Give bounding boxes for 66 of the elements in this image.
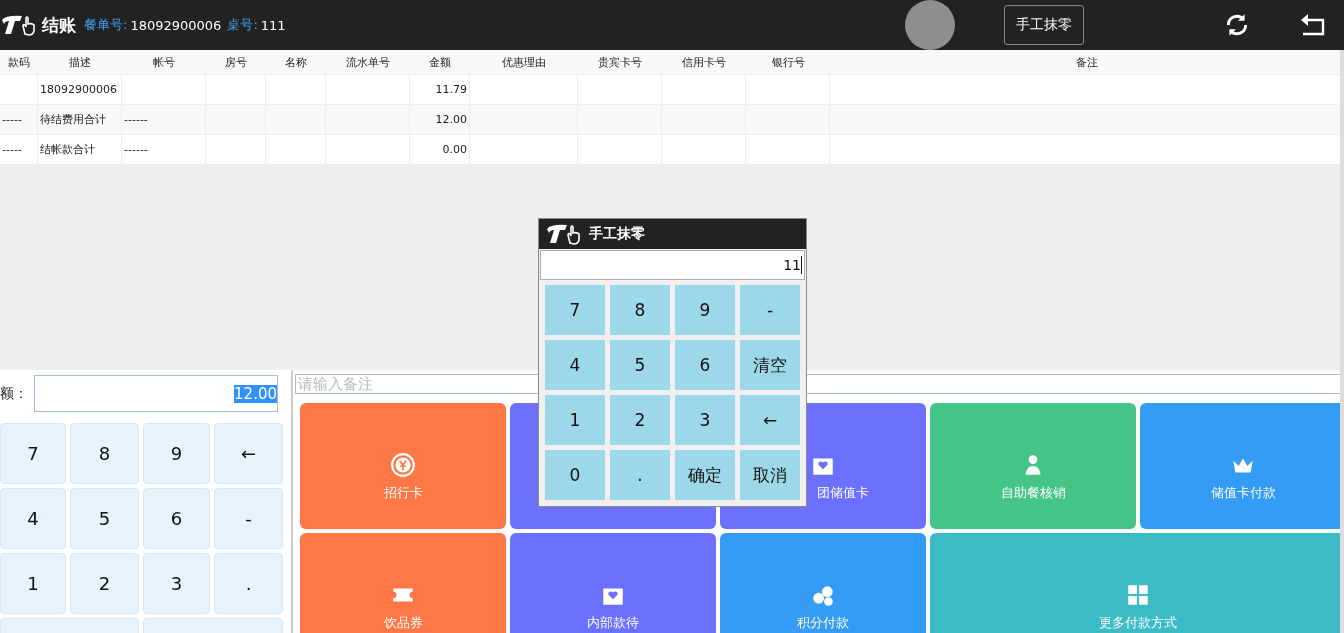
amount-label: 额： bbox=[0, 384, 28, 403]
column-header: 备注 bbox=[1075, 54, 1099, 71]
dialog-key[interactable]: 5 bbox=[610, 340, 670, 390]
dialog-key[interactable]: - bbox=[740, 285, 800, 335]
dialog-key[interactable]: 4 bbox=[545, 340, 605, 390]
column-header: 优惠理由 bbox=[501, 54, 547, 71]
dialog-key[interactable]: 0 bbox=[545, 450, 605, 500]
keypad-key[interactable]: 8 bbox=[70, 423, 139, 484]
refresh-icon[interactable] bbox=[1224, 12, 1250, 38]
dialog-key[interactable]: ← bbox=[740, 395, 800, 445]
table-cell: 11.79 bbox=[410, 75, 470, 104]
keypad-key[interactable]: 1 bbox=[0, 553, 66, 614]
table-cell: ------ bbox=[122, 105, 206, 134]
avatar bbox=[905, 0, 955, 50]
table-cell: 12.00 bbox=[410, 105, 470, 134]
keypad-key[interactable]: 6 bbox=[143, 488, 210, 549]
yen-coin-icon bbox=[390, 451, 416, 478]
dialog-key[interactable]: 2 bbox=[610, 395, 670, 445]
dialog-key[interactable]: 9 bbox=[675, 285, 735, 335]
logo-icon bbox=[0, 14, 38, 36]
rounding-input[interactable]: 11 bbox=[540, 250, 805, 280]
page-title: 结账 bbox=[42, 13, 76, 37]
keypad-key[interactable]: 9 bbox=[143, 423, 210, 484]
manual-rounding-button[interactable]: 手工抹零 bbox=[1004, 5, 1084, 45]
column-header: 描述 bbox=[68, 54, 92, 71]
table-cell: 待结费用合计 bbox=[38, 105, 122, 134]
table-cell: 结帐款合计 bbox=[38, 135, 122, 164]
dialog-key[interactable]: 8 bbox=[610, 285, 670, 335]
column-header: 金额 bbox=[428, 54, 452, 71]
table-cell: ----- bbox=[0, 135, 38, 164]
column-header: 帐号 bbox=[152, 54, 176, 71]
table-label: 桌号: bbox=[227, 16, 258, 34]
dialog-key[interactable]: 确定 bbox=[675, 450, 735, 500]
dialog-key[interactable]: 6 bbox=[675, 340, 735, 390]
column-header: 款码 bbox=[7, 54, 31, 71]
logo-icon bbox=[545, 223, 583, 245]
keypad-key[interactable]: - bbox=[214, 488, 283, 549]
keypad-key[interactable]: 4 bbox=[0, 488, 66, 549]
column-header: 房号 bbox=[224, 54, 248, 71]
column-header: 名称 bbox=[284, 54, 308, 71]
dialog-key[interactable]: 取消 bbox=[740, 450, 800, 500]
table-cell: 18092900006 bbox=[38, 75, 122, 104]
keypad-key[interactable]: 2 bbox=[70, 553, 139, 614]
back-icon[interactable] bbox=[1300, 13, 1326, 37]
dialog-key[interactable]: 清空 bbox=[740, 340, 800, 390]
keypad-key[interactable]: ← bbox=[214, 423, 283, 484]
table-cell: ----- bbox=[0, 105, 38, 134]
column-header: 贵宾卡号 bbox=[597, 54, 643, 71]
column-header: 信用卡号 bbox=[681, 54, 727, 71]
column-header: 流水单号 bbox=[345, 54, 391, 71]
dialog-key[interactable]: 3 bbox=[675, 395, 735, 445]
table-cell: 0.00 bbox=[410, 135, 470, 164]
column-header: 银行号 bbox=[770, 54, 806, 71]
payment-tile[interactable]: 内部款待 bbox=[510, 533, 716, 633]
table-number: 111 bbox=[260, 17, 286, 33]
dialog-title: 手工抹零 bbox=[589, 225, 645, 243]
dialog-key[interactable]: 7 bbox=[545, 285, 605, 335]
dialog-key[interactable]: 1 bbox=[545, 395, 605, 445]
keypad-key[interactable]: 3 bbox=[143, 553, 210, 614]
keypad-key[interactable]: 7 bbox=[0, 423, 66, 484]
keypad-key[interactable]: . bbox=[214, 553, 283, 614]
keypad-key[interactable]: 5 bbox=[70, 488, 139, 549]
order-number: 18092900006 bbox=[130, 17, 222, 33]
order-label: 餐单号: bbox=[84, 16, 128, 34]
dialog-key[interactable]: . bbox=[610, 450, 670, 500]
table-cell: ------ bbox=[122, 135, 206, 164]
